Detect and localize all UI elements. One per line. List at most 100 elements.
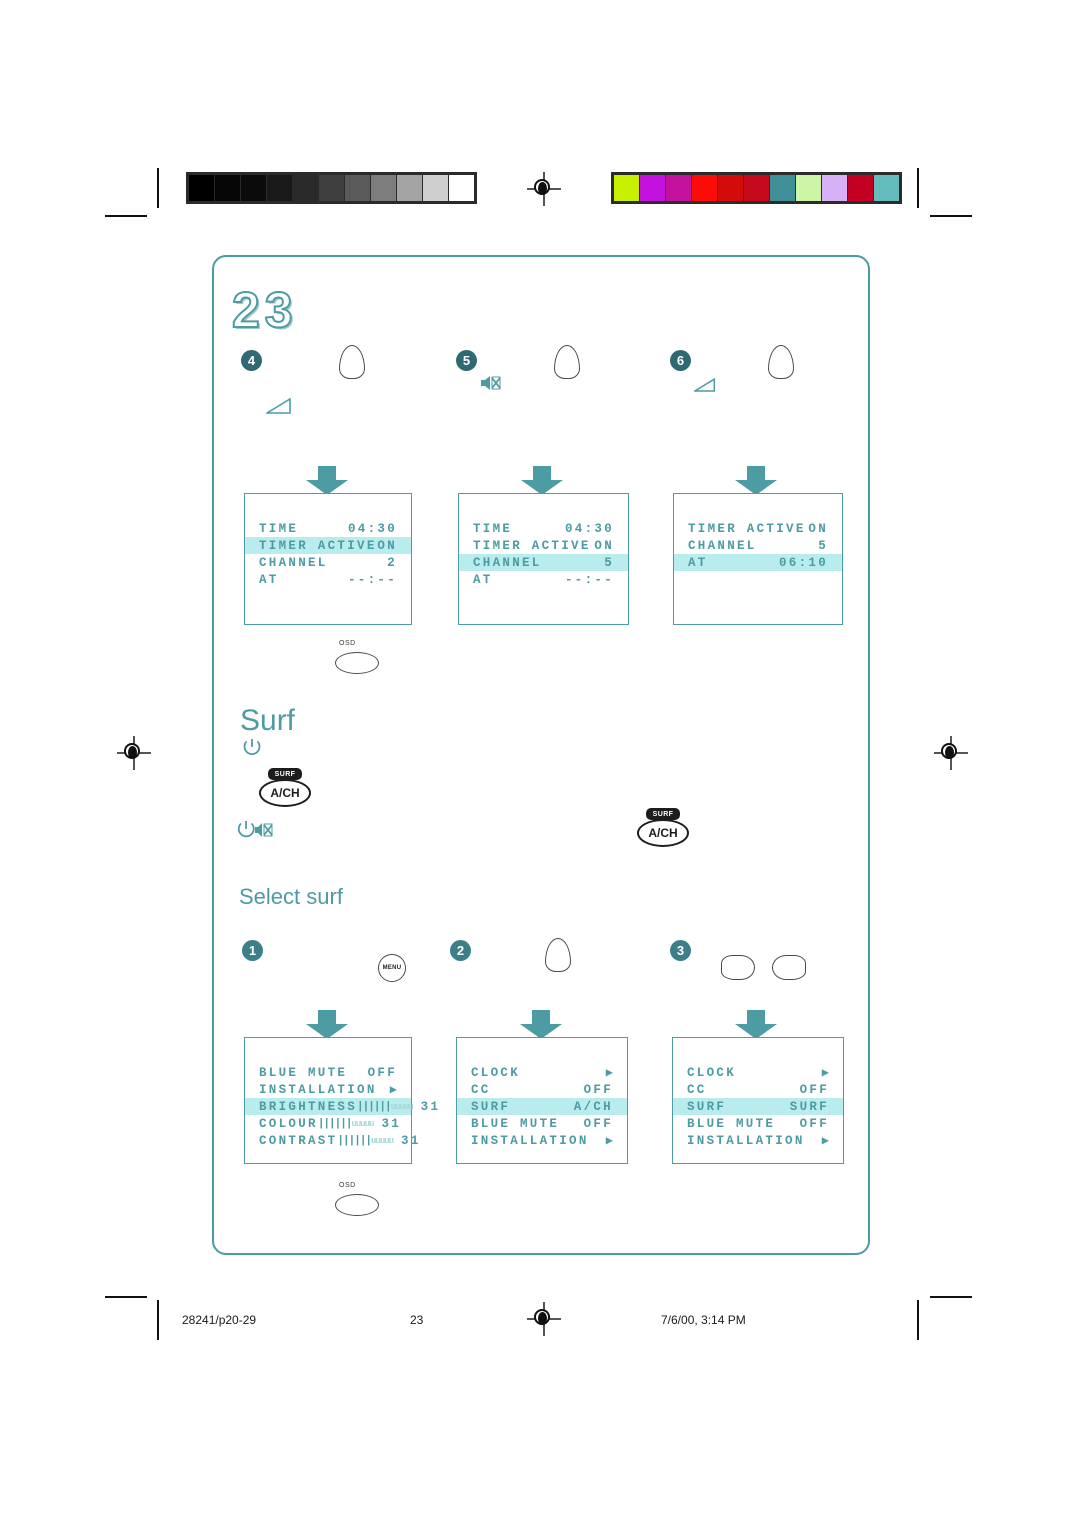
navigate-right-button-step3[interactable] [772, 955, 806, 980]
osd-row-label: BLUE MUTE [471, 1116, 560, 1131]
flow-arrow-down-3 [735, 466, 777, 495]
osd-row[interactable]: COLOUR ||||||uuuuu 31 [245, 1115, 411, 1132]
osd-row[interactable]: AT --:-- [245, 571, 411, 588]
osd-row-value-group: 5 [542, 556, 614, 570]
flow-arrow-down-6 [735, 1010, 777, 1039]
crop-mark-top-right-vertical [917, 168, 919, 208]
osd-button-label: OSD [339, 640, 356, 647]
color-swatch-10 [874, 175, 899, 201]
osd-row-label: CHANNEL [688, 538, 757, 553]
osd-row-value-group: 2 [328, 556, 397, 570]
flow-arrow-down-2 [521, 466, 563, 495]
osd-row-value: ON [594, 538, 614, 553]
osd-row[interactable]: INSTALLATION ▶ [457, 1132, 627, 1149]
flow-arrow-down-1 [306, 466, 348, 495]
osd-row-label: INSTALLATION [471, 1133, 589, 1148]
crop-mark-bottom-left-vertical [157, 1300, 159, 1340]
osd-button-top[interactable]: OSD [335, 640, 379, 680]
registration-mark-bottom [527, 1302, 561, 1336]
osd-row[interactable]: SURF SURF [673, 1098, 843, 1115]
submenu-arrow-icon: ▶ [605, 1134, 613, 1148]
osd-button-label-2: OSD [339, 1182, 356, 1189]
osd-row-value: ON [808, 521, 828, 536]
osd-row[interactable]: BRIGHTNESS ||||||uuuuu 31 [245, 1098, 438, 1115]
osd-row-value-group: OFF [559, 1117, 613, 1131]
osd-row-label: CC [471, 1082, 491, 1097]
features-menu-panel-ach: CLOCK ▶ CC OFF SURF A/CH BLUE MUTE OFF INSTALLAT… [456, 1037, 628, 1164]
osd-button-oval[interactable] [335, 652, 379, 674]
osd-row-value-group: ON [377, 539, 397, 553]
features-menu-panel-surf: CLOCK ▶ CC OFF SURF SURF BLUE MUTE OFF INSTALLAT… [672, 1037, 844, 1164]
osd-row-value: SURF [789, 1099, 829, 1114]
osd-row[interactable]: CHANNEL 5 [674, 537, 842, 554]
osd-row-value-group: ||||||uuuuu 31 [318, 1117, 401, 1131]
crop-mark-top-right-horizontal [930, 215, 972, 217]
osd-row[interactable]: INSTALLATION ▶ [673, 1132, 843, 1149]
osd-row-value-group: ||||||uuuuu 31 [337, 1134, 420, 1148]
osd-row[interactable]: TIMER ACTIVE ON [674, 520, 842, 537]
osd-row-label: TIMER ACTIVE [473, 538, 591, 553]
mute-icon-step5 [481, 376, 501, 390]
osd-row[interactable]: TIMER ACTIVE ON [459, 537, 628, 554]
footer-timestamp: 7/6/00, 3:14 PM [661, 1313, 746, 1327]
osd-row[interactable]: TIME 04:30 [459, 520, 628, 537]
osd-row[interactable]: BLUE MUTE OFF [245, 1064, 411, 1081]
gray-swatch-5 [319, 175, 344, 201]
osd-row[interactable]: INSTALLATION ▶ [245, 1081, 411, 1098]
osd-row-value: 2 [387, 555, 397, 570]
osd-row[interactable]: CHANNEL 2 [245, 554, 411, 571]
menu-button[interactable]: MENU [378, 954, 406, 982]
color-swatch-8 [822, 175, 847, 201]
flow-arrow-down-4 [306, 1010, 348, 1039]
timer-panel-1: TIME 04:30 TIMER ACTIVE ON CHANNEL 2 AT --:-- [244, 493, 412, 625]
osd-row-value-group: ▶ [377, 1082, 397, 1097]
osd-row-value-group: 06:10 [708, 556, 828, 570]
osd-row-label: CONTRAST [259, 1133, 338, 1148]
ach-surf-button-left[interactable]: SURF A/CH [259, 768, 311, 810]
osd-row[interactable]: SURF A/CH [457, 1098, 627, 1115]
ach-surf-button-right[interactable]: SURF A/CH [637, 808, 689, 850]
osd-row[interactable]: AT --:-- [459, 571, 628, 588]
osd-row[interactable]: CLOCK ▶ [457, 1064, 627, 1081]
osd-row-value-group: OFF [775, 1117, 829, 1131]
volume-wedge-icon-step4 [266, 398, 291, 414]
gray-swatch-1 [215, 175, 240, 201]
gray-swatch-2 [241, 175, 266, 201]
osd-row[interactable]: BLUE MUTE OFF [457, 1115, 627, 1132]
osd-row-value: 31 [401, 1133, 421, 1148]
level-gauge: ||||||uuuuu [357, 1100, 414, 1113]
osd-button-bottom[interactable]: OSD [335, 1182, 379, 1222]
crop-mark-bottom-right-horizontal [930, 1296, 972, 1298]
osd-row[interactable]: BLUE MUTE OFF [673, 1115, 843, 1132]
picture-menu-panel: BLUE MUTE OFF INSTALLATION ▶ BRIGHTNESS |||||… [244, 1037, 438, 1164]
osd-row[interactable]: AT 06:10 [674, 554, 842, 571]
crop-mark-top-left-horizontal [105, 215, 147, 217]
volume-wedge-icon-step6 [694, 378, 716, 392]
osd-row[interactable]: CC OFF [457, 1081, 627, 1098]
osd-row[interactable]: CHANNEL 5 [459, 554, 628, 571]
navigate-left-button-step3[interactable] [721, 955, 755, 980]
osd-row[interactable]: CLOCK ▶ [673, 1064, 843, 1081]
gray-swatch-4 [293, 175, 318, 201]
osd-row-label: CC [687, 1082, 707, 1097]
color-calibration-strip [611, 172, 902, 204]
color-swatch-7 [796, 175, 821, 201]
osd-row[interactable]: CC OFF [673, 1081, 843, 1098]
osd-button-oval-2[interactable] [335, 1194, 379, 1216]
osd-row[interactable]: TIME 04:30 [245, 520, 411, 537]
step-badge-1: 1 [242, 940, 263, 961]
osd-row-value-group: ON [591, 539, 614, 553]
gray-swatch-9 [423, 175, 448, 201]
ach-button-label[interactable]: A/CH [259, 779, 311, 807]
osd-row-value-group: OFF [707, 1083, 829, 1097]
osd-row[interactable]: TIMER ACTIVE ON [245, 537, 411, 554]
osd-row[interactable]: CONTRAST ||||||uuuuu 31 [245, 1132, 418, 1149]
step-badge-6: 6 [670, 350, 691, 371]
osd-row-label: SURF [687, 1099, 727, 1114]
ach-button-label-2[interactable]: A/CH [637, 819, 689, 847]
osd-row-label: AT [473, 572, 493, 587]
submenu-arrow-icon: ▶ [389, 1083, 397, 1097]
registration-mark-right [934, 736, 968, 770]
color-swatch-9 [848, 175, 873, 201]
osd-row-value-group: ▶ [520, 1065, 613, 1080]
